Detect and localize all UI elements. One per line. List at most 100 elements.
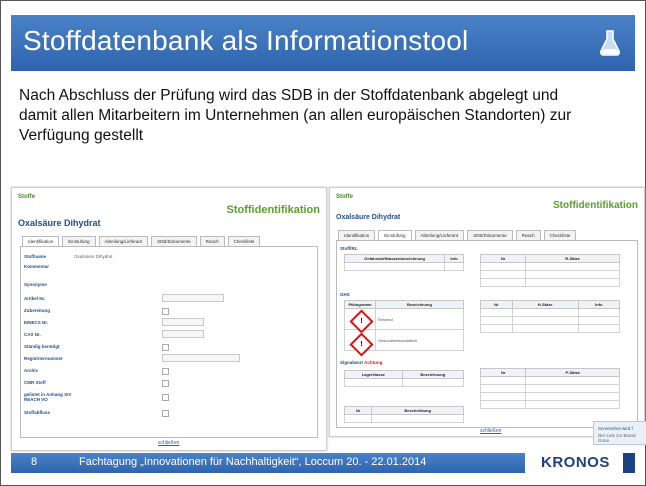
- logo-text: KRONOS: [541, 454, 610, 471]
- tab-bar: Identifikation Einstufung Abteilung/Lief…: [22, 236, 263, 246]
- screenshot-einstufung: Stoffe Stoffidentifikation Oxalsäure Dih…: [329, 187, 645, 437]
- table-cell: [344, 378, 403, 387]
- table-header: Info: [444, 254, 464, 263]
- tab-abteilung[interactable]: Abteilung/Lieferant: [414, 230, 465, 240]
- substance-name: Oxalsäure Dihydrat: [18, 218, 101, 228]
- form-panel: [20, 246, 318, 438]
- table-cell: [480, 316, 513, 325]
- page-number: 8: [31, 456, 38, 468]
- table-header: Beschreibung: [371, 406, 464, 415]
- section-title: GHS: [340, 292, 350, 297]
- anhang-checkbox[interactable]: [162, 394, 169, 401]
- table-header: P-Sätze: [525, 368, 620, 377]
- tab-einstufung[interactable]: Einstufung: [62, 236, 96, 246]
- table-header: Nr: [479, 368, 527, 377]
- substance-name: Oxalsäure Dihydrat: [336, 214, 401, 221]
- footer-text: Fachtagung „Innovationen für Nachhaltigk…: [79, 456, 427, 468]
- table-cell: [479, 262, 527, 271]
- tab-identifikation[interactable]: Identifikation: [22, 236, 60, 246]
- lagerklasse-table: Lagerklasse Bezeichnung: [344, 370, 465, 387]
- table-cell: [577, 308, 621, 317]
- r-saetze-table: Nr R-Sätze: [479, 254, 620, 287]
- table-cell: [479, 384, 527, 393]
- archiv-checkbox[interactable]: [162, 368, 169, 375]
- table-cell: [371, 414, 464, 423]
- table-cell: [511, 316, 579, 325]
- field-label: Stoffabfluss: [24, 410, 51, 415]
- staendig-checkbox[interactable]: [162, 344, 169, 351]
- field-label: Zubereitung: [24, 308, 50, 313]
- cas-input[interactable]: [162, 330, 204, 338]
- tab-sdb-dokumente[interactable]: SDB/Dokumente: [151, 236, 197, 246]
- table-cell: [577, 324, 621, 333]
- table-cell: [525, 400, 620, 409]
- tab-identifikation[interactable]: Identifikation: [338, 230, 376, 240]
- table-cell: [511, 308, 579, 317]
- artikel-input[interactable]: [162, 294, 224, 302]
- table-cell: Gesundheitsschädlich: [375, 329, 464, 351]
- table-cell: [480, 324, 513, 333]
- einecs-input[interactable]: [162, 318, 204, 326]
- breadcrumb[interactable]: Stoffe: [336, 194, 353, 200]
- tab-abteilung[interactable]: Abteilung/Lieferant: [98, 236, 149, 246]
- table-cell: [577, 316, 621, 325]
- table-cell: Reizend: [375, 308, 464, 330]
- wgk-table: Nr Beschreibung: [343, 406, 464, 423]
- field-label: Ständig benötigt: [24, 344, 60, 349]
- slide-title: Stoffdatenbank als Informationstool: [23, 25, 469, 56]
- section-heading: Stoffidentifikation: [553, 200, 638, 211]
- table-cell: [444, 262, 464, 271]
- tab-sdb-dokumente[interactable]: SDB/Dokumente: [467, 230, 513, 240]
- signal-label: Signalwort Achtung: [340, 360, 382, 365]
- logo-mark: [623, 453, 635, 473]
- field-label: CMR Stoff: [24, 380, 46, 385]
- stoffabfluss-checkbox[interactable]: [162, 410, 169, 417]
- tab-checkliste[interactable]: Checkliste: [227, 236, 261, 246]
- table-cell: [479, 270, 527, 279]
- tab-checkliste[interactable]: Checkliste: [543, 230, 577, 240]
- tab-reach[interactable]: Reach: [199, 236, 225, 246]
- title-bar: Stoffdatenbank als Informationstool: [11, 15, 635, 71]
- table-cell: [479, 278, 527, 287]
- flask-icon: [599, 29, 621, 62]
- table-header: Gefahrstoffklassenbezeichnung: [343, 254, 446, 263]
- table-cell: [525, 270, 620, 279]
- tab-bar: Identifikation Einstufung Abteilung/Lief…: [338, 230, 579, 240]
- footer-bar: 8 Fachtagung „Innovationen für Nachhalti…: [11, 453, 635, 473]
- table-header: H-Sätze: [511, 300, 579, 309]
- table-header: Bezeichnung: [401, 370, 465, 379]
- field-label: Synonyme: [24, 282, 47, 287]
- registrier-input[interactable]: [162, 354, 240, 362]
- p-saetze-table: Nr P-Sätze: [479, 368, 620, 409]
- field-label: Registriernummer: [24, 356, 63, 361]
- close-link[interactable]: schließen: [158, 440, 179, 446]
- table-cell: [401, 378, 465, 387]
- signal-word: Achtung: [364, 360, 383, 365]
- section-title: Stoff/RL: [340, 246, 358, 251]
- field-value: Oxalsäure Dihydrat: [74, 254, 113, 259]
- screenshot-notification[interactable]: Screenshot wird f Der Link zur Brand Gon…: [593, 421, 646, 445]
- table-header: R-Sätze: [525, 254, 620, 263]
- field-label: Kommentar: [24, 264, 50, 269]
- table-cell: [525, 392, 620, 401]
- field-label: Stoffname: [24, 254, 47, 259]
- table-cell: [480, 308, 513, 317]
- field-label: Artikel Nr.: [24, 296, 46, 301]
- kronos-logo: KRONOS: [525, 453, 635, 473]
- tab-einstufung[interactable]: Einstufung: [378, 230, 412, 240]
- notification-subtitle: Der Link zur Brand Gone: [598, 433, 636, 443]
- table-cell: [525, 278, 620, 287]
- breadcrumb[interactable]: Stoffe: [18, 194, 35, 200]
- section-heading: Stoffidentifikation: [226, 204, 321, 216]
- gefahrstoff-table: Gefahrstoffklassenbezeichnung Info: [343, 254, 464, 271]
- table-cell: [479, 376, 527, 385]
- zubereitung-checkbox[interactable]: [162, 308, 169, 315]
- table-cell: [511, 324, 579, 333]
- table-cell: [479, 392, 527, 401]
- tab-reach[interactable]: Reach: [515, 230, 541, 240]
- table-header: Info: [577, 300, 621, 309]
- table-cell: [479, 400, 527, 409]
- cmr-checkbox[interactable]: [162, 380, 169, 387]
- field-label: CAS Nr.: [24, 332, 41, 337]
- close-link[interactable]: schließen: [480, 428, 501, 434]
